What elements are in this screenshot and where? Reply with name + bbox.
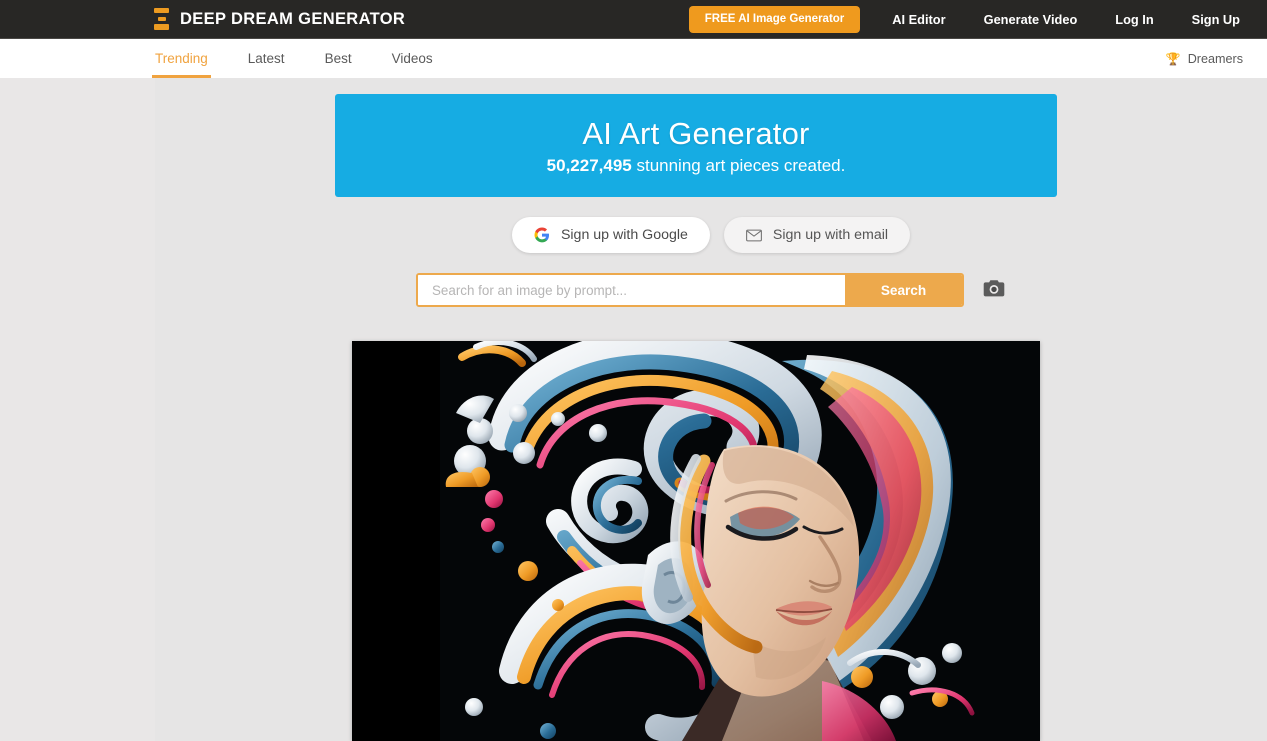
google-g-icon	[534, 227, 550, 243]
nav-link-ai-editor[interactable]: AI Editor	[892, 12, 945, 27]
tab-best[interactable]: Best	[325, 39, 352, 78]
page-body: AI Art Generator 50,227,495 stunning art…	[0, 78, 1267, 741]
art-pieces-count: 50,227,495	[546, 155, 632, 175]
hourglass-logo-icon	[154, 8, 169, 30]
hero-subtitle-text: stunning art pieces created.	[631, 155, 846, 175]
camera-search-button[interactable]	[982, 278, 1006, 302]
hero-subtitle: 50,227,495 stunning art pieces created.	[547, 156, 846, 176]
search-bar: Search	[416, 273, 964, 307]
search-button[interactable]: Search	[845, 275, 962, 305]
dreamers-label: Dreamers	[1187, 51, 1243, 66]
dreamers-link[interactable]: 🏆 Dreamers	[1166, 52, 1243, 66]
free-ai-image-generator-button[interactable]: FREE AI Image Generator	[688, 6, 861, 33]
nav-link-sign-up[interactable]: Sign Up	[1192, 12, 1240, 27]
search-input[interactable]	[418, 275, 845, 305]
header-nav: FREE AI Image Generator AI Editor Genera…	[688, 0, 1267, 39]
brand-title: DEEP DREAM GENERATOR	[180, 9, 406, 28]
tab-latest[interactable]: Latest	[248, 39, 285, 78]
top-header: DEEP DREAM GENERATOR FREE AI Image Gener…	[0, 0, 1267, 39]
artwork-card[interactable]	[352, 341, 1040, 741]
sign-up-with-email-button[interactable]: Sign up with email	[723, 217, 911, 253]
featured-artwork-image[interactable]	[352, 341, 1040, 741]
sign-up-with-google-label: Sign up with Google	[560, 227, 688, 243]
sub-navigation-bar: Trending Latest Best Videos 🏆 Dreamers	[0, 39, 1267, 78]
camera-icon	[983, 279, 1005, 301]
hero-banner: AI Art Generator 50,227,495 stunning art…	[335, 94, 1057, 197]
signup-button-row: Sign up with Google Sign up with email	[155, 217, 1267, 253]
subnav-tab-list: Trending Latest Best Videos	[152, 39, 433, 78]
sign-up-with-google-button[interactable]: Sign up with Google	[511, 217, 710, 253]
tab-trending[interactable]: Trending	[152, 39, 211, 78]
content-area: AI Art Generator 50,227,495 stunning art…	[155, 78, 1267, 741]
envelope-icon	[746, 229, 762, 242]
brand-logo-link[interactable]: DEEP DREAM GENERATOR	[154, 8, 405, 30]
nav-link-generate-video[interactable]: Generate Video	[984, 12, 1078, 27]
sign-up-with-email-label: Sign up with email	[772, 227, 889, 243]
hero-title: AI Art Generator	[582, 115, 810, 151]
tab-videos[interactable]: Videos	[392, 39, 433, 78]
trophy-icon: 🏆	[1165, 51, 1181, 66]
nav-link-log-in[interactable]: Log In	[1115, 12, 1153, 27]
search-row: Search	[155, 273, 1267, 307]
